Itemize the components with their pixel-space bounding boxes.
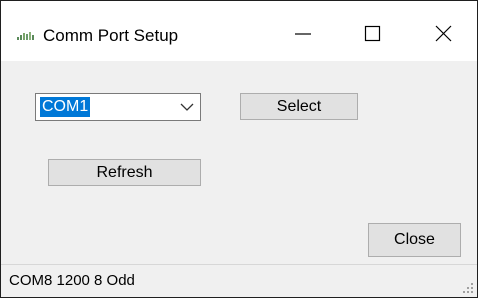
port-combobox[interactable]: COM1 <box>35 93 201 121</box>
app-icon <box>17 28 35 40</box>
close-window-button[interactable] <box>419 1 471 61</box>
status-text: COM8 1200 8 Odd <box>9 272 135 289</box>
select-button[interactable]: Select <box>240 93 358 120</box>
close-icon <box>435 25 452 42</box>
title-bar[interactable]: Comm Port Setup <box>1 1 477 61</box>
close-button[interactable]: Close <box>368 223 461 257</box>
resize-grip-icon[interactable] <box>462 282 474 294</box>
window-title: Comm Port Setup <box>43 26 179 45</box>
status-bar: COM8 1200 8 Odd <box>1 264 477 297</box>
maximize-icon <box>364 25 381 42</box>
chevron-down-icon[interactable] <box>180 101 194 113</box>
comm-port-setup-window: Comm Port Setup COM1 Select Refresh Clos… <box>0 0 478 298</box>
minimize-icon <box>295 33 311 35</box>
refresh-button[interactable]: Refresh <box>48 159 201 186</box>
minimize-button[interactable] <box>275 1 327 61</box>
port-combobox-value: COM1 <box>40 97 91 117</box>
dialog-client-area: COM1 Select Refresh Close <box>1 61 477 264</box>
maximize-button[interactable] <box>347 1 399 61</box>
